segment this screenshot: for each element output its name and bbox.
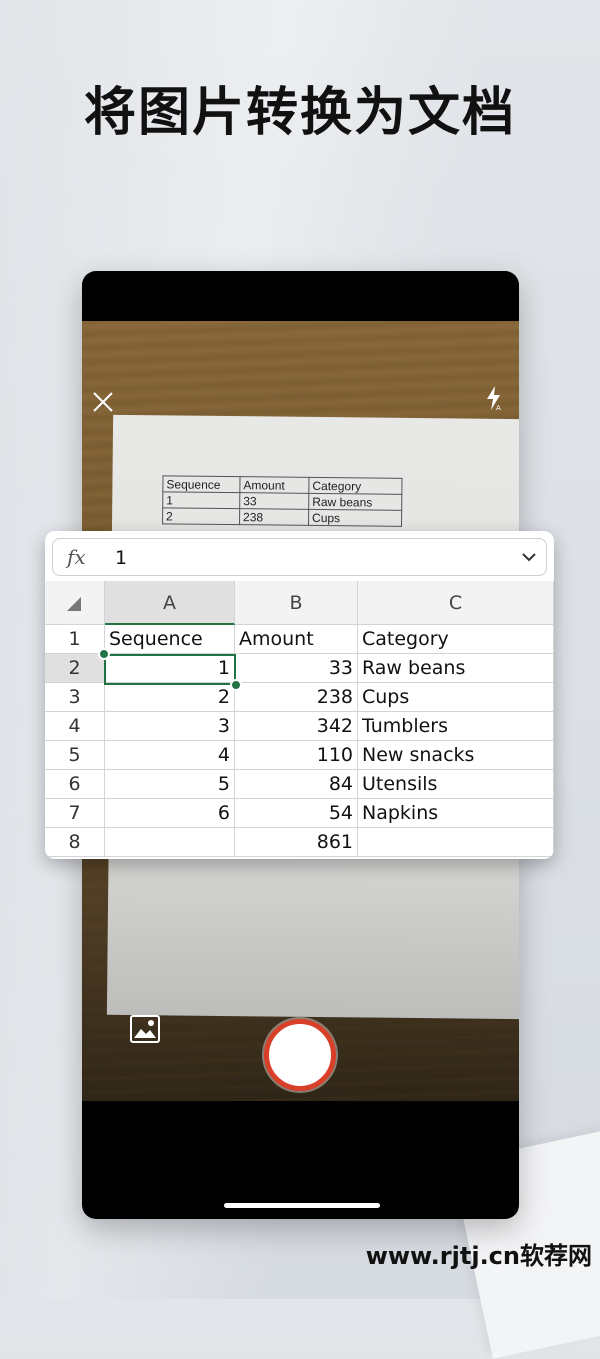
scanned-header: Category [308,477,403,495]
cell-b3[interactable]: 238 [235,683,358,712]
table-row: 5 4 110 New snacks [45,741,554,770]
row-header[interactable]: 6 [45,770,105,799]
scanned-cell: 238 [239,508,309,526]
scanned-cell: 1 [162,491,240,509]
scanned-header: Amount [239,476,310,494]
cell-c6[interactable]: Utensils [358,770,554,799]
formula-value[interactable]: 1 [115,547,127,569]
svg-text:A: A [496,404,501,411]
column-header-c[interactable]: C [358,581,554,625]
cell-b8[interactable]: 861 [235,828,358,857]
scanned-header: Sequence [162,475,241,493]
cell-b4[interactable]: 342 [235,712,358,741]
fx-label: fx [67,545,86,569]
cell-a1[interactable]: Sequence [105,625,235,654]
cell-b1[interactable]: Amount [235,625,358,654]
scanned-cell: Cups [308,509,402,527]
column-header-a[interactable]: A [105,581,235,625]
row-header[interactable]: 7 [45,799,105,828]
select-all-corner[interactable] [45,581,105,625]
chevron-down-icon[interactable] [522,550,536,564]
cell-c2[interactable]: Raw beans [358,654,554,683]
flash-auto-icon[interactable]: A [485,385,503,411]
close-icon[interactable] [92,391,114,413]
cell-b6[interactable]: 84 [235,770,358,799]
shutter-button[interactable] [264,1019,336,1091]
cell-c5[interactable]: New snacks [358,741,554,770]
watermark: www.rjtj.cn软荐网 [365,1242,592,1270]
cell-c7[interactable]: Napkins [358,799,554,828]
cell-c8[interactable] [358,828,554,857]
cell-b7[interactable]: 54 [235,799,358,828]
row-header[interactable]: 1 [45,625,105,654]
home-indicator[interactable] [224,1203,380,1208]
scanned-cell: 33 [239,492,309,510]
scanned-table: Sequence Amount Category 1 33 Raw beans … [162,475,403,527]
cell-a3[interactable]: 2 [105,683,235,712]
formula-bar[interactable]: fx 1 [52,538,547,576]
selection-handle-bottom-right[interactable] [230,679,242,691]
image-gallery-icon[interactable] [130,1015,160,1043]
headline: 将图片转换为文档 [83,83,516,143]
column-header-row: A B C [45,581,554,625]
select-all-icon [67,597,81,611]
cell-a4[interactable]: 3 [105,712,235,741]
selection-handle-top-left[interactable] [98,648,110,660]
row-header[interactable]: 4 [45,712,105,741]
cell-b2[interactable]: 33 [235,654,358,683]
table-row: 6 5 84 Utensils [45,770,554,799]
table-row: 8 861 [45,828,554,857]
cell-c1[interactable]: Category [358,625,554,654]
scanned-cell: 2 [162,507,240,525]
cell-a5[interactable]: 4 [105,741,235,770]
column-header-b[interactable]: B [235,581,358,625]
table-row: 4 3 342 Tumblers [45,712,554,741]
cell-b5[interactable]: 110 [235,741,358,770]
selected-cell-outline [104,654,236,685]
table-row: 1 Sequence Amount Category [45,625,554,654]
cell-a7[interactable]: 6 [105,799,235,828]
table-row: 3 2 238 Cups [45,683,554,712]
spreadsheet-card: fx 1 A B C 1 Sequence Amount Category 2 … [45,531,554,859]
cell-a8[interactable] [105,828,235,857]
table-row: 7 6 54 Napkins [45,799,554,828]
cell-a6[interactable]: 5 [105,770,235,799]
row-header[interactable]: 3 [45,683,105,712]
row-header[interactable]: 2 [45,654,105,683]
scanned-cell: Raw beans [308,493,402,511]
cell-c3[interactable]: Cups [358,683,554,712]
row-header[interactable]: 8 [45,828,105,857]
cell-c4[interactable]: Tumblers [358,712,554,741]
row-header[interactable]: 5 [45,741,105,770]
